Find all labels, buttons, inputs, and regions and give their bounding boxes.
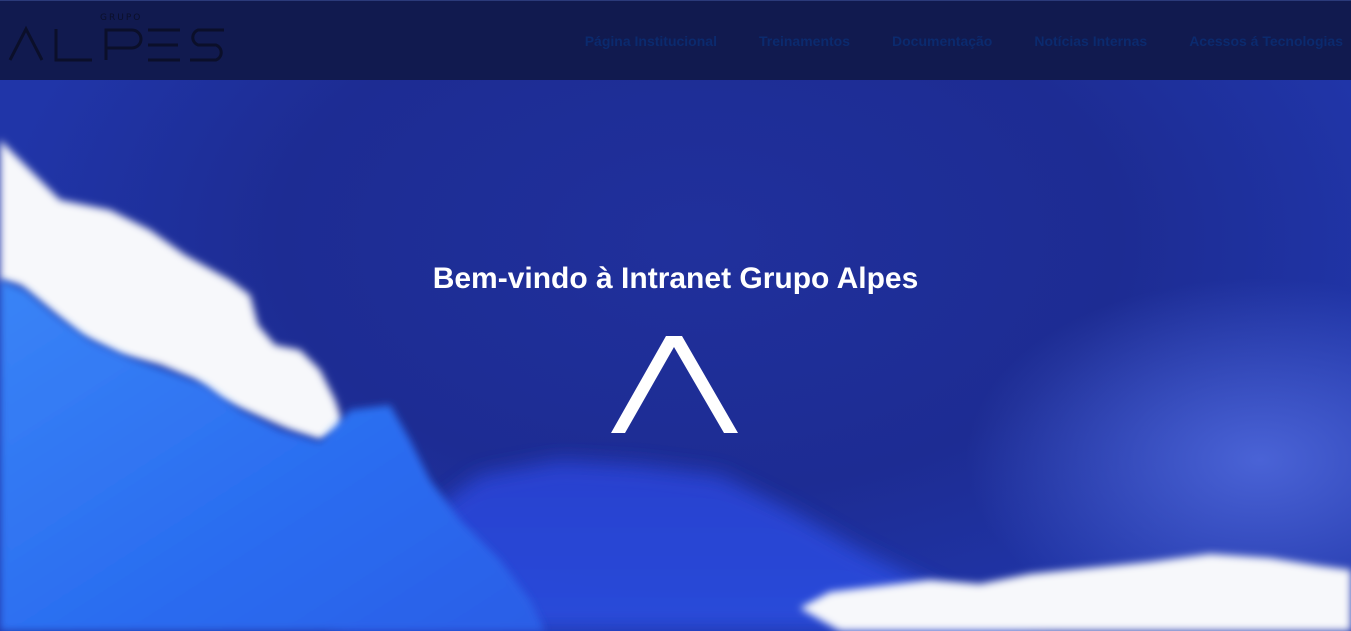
logo-grupo-text: GRUPO (100, 13, 143, 23)
nav-treinamentos[interactable]: Treinamentos (759, 33, 850, 49)
hero-banner: Bem-vindo à Intranet Grupo Alpes (0, 80, 1351, 631)
grupo-alpes-logo[interactable]: GRUPO (8, 11, 228, 67)
nav-documentacao[interactable]: Documentação (892, 33, 992, 49)
mountain-peak-icon (611, 336, 738, 433)
hero-welcome-title: Bem-vindo à Intranet Grupo Alpes (432, 262, 919, 296)
nav-pagina-institucional[interactable]: Página Institucional (585, 33, 717, 49)
page: GRUPO Página Institucional Treinamentos … (0, 0, 1351, 631)
main-navigation: Página Institucional Treinamentos Docume… (585, 33, 1343, 49)
nav-acessos-tecnologias[interactable]: Acessos á Tecnologias (1189, 33, 1343, 49)
logo-wordmark-alpes (8, 25, 224, 62)
nav-noticias-internas[interactable]: Notícias Internas (1034, 33, 1147, 49)
top-header: GRUPO Página Institucional Treinamentos … (0, 0, 1351, 80)
